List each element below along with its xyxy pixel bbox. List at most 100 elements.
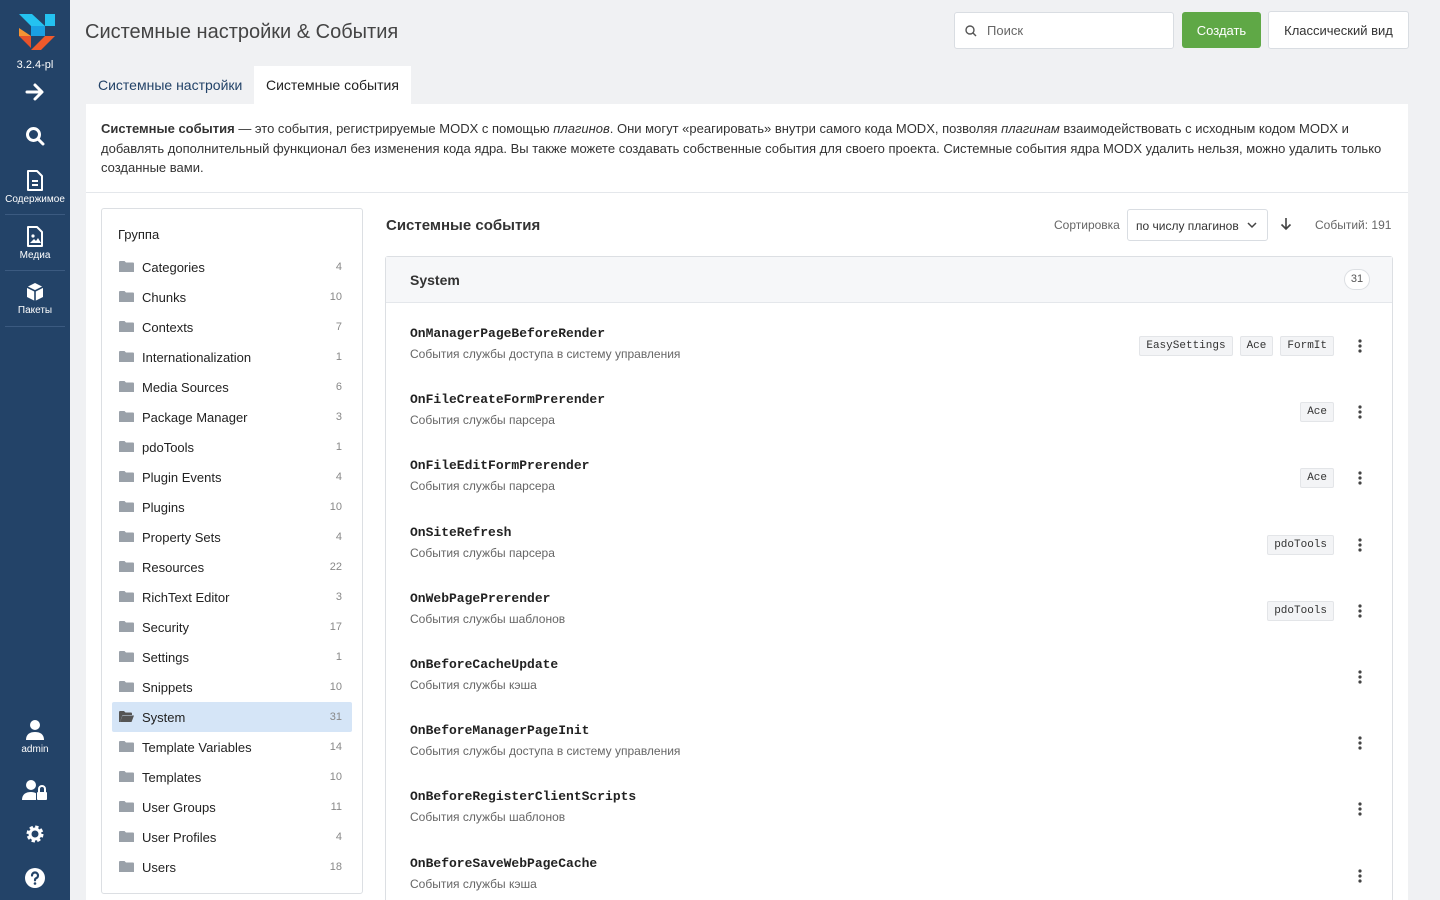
group-item[interactable]: Template Variables 14 — [112, 732, 352, 762]
sort-select[interactable]: по числу плагинов — [1127, 209, 1268, 241]
intro-em: плагинов — [553, 121, 610, 136]
event-name: OnFileEditFormPrerender — [410, 458, 590, 474]
group-item-count: 6 — [335, 381, 342, 393]
group-item[interactable]: RichText Editor 3 — [112, 582, 352, 612]
search-box[interactable] — [954, 12, 1174, 49]
folder-icon — [119, 771, 134, 782]
group-item-label: Package Manager — [142, 410, 248, 425]
intro-bold: Системные события — [101, 121, 235, 136]
plugin-tag[interactable]: pdoTools — [1267, 534, 1334, 555]
group-item-label: Users — [142, 860, 176, 875]
create-button[interactable]: Создать — [1182, 12, 1261, 48]
rail-content-button[interactable]: Содержимое — [0, 170, 70, 205]
more-vertical-icon[interactable] — [1358, 471, 1362, 485]
plugin-tag[interactable]: Ace — [1300, 468, 1334, 489]
group-item[interactable]: Internationalization 1 — [112, 342, 352, 372]
tab-system-settings[interactable]: Системные настройки — [86, 66, 254, 104]
classic-view-button[interactable]: Классический вид — [1268, 11, 1409, 49]
event-description: События службы кэша — [410, 678, 537, 692]
group-item-count: 1 — [335, 351, 342, 363]
rail-media-button[interactable]: Медиа — [0, 226, 70, 261]
more-vertical-icon[interactable] — [1358, 736, 1362, 750]
group-item[interactable]: Chunks 10 — [112, 282, 352, 312]
search-input[interactable] — [987, 13, 1167, 48]
folder-icon — [119, 561, 134, 572]
event-row[interactable]: OnFileEditFormPrerender События службы па… — [386, 444, 1392, 510]
group-item-count: 31 — [329, 711, 342, 723]
group-item-label: Plugin Events — [142, 470, 222, 485]
group-item-label: RichText Editor — [142, 590, 230, 605]
group-item[interactable]: Plugin Events 4 — [112, 462, 352, 492]
plugin-tag[interactable]: FormIt — [1280, 336, 1334, 356]
plugin-tag[interactable]: Ace — [1239, 336, 1274, 356]
more-vertical-icon[interactable] — [1358, 670, 1362, 684]
event-name: OnBeforeRegisterClientScripts — [410, 789, 637, 805]
more-vertical-icon[interactable] — [1358, 339, 1362, 353]
group-item-count: 3 — [335, 591, 342, 603]
more-vertical-icon[interactable] — [1358, 537, 1362, 552]
group-item[interactable]: Snippets 10 — [112, 672, 352, 702]
group-item-count: 4 — [335, 831, 342, 843]
plugin-tag[interactable]: Ace — [1300, 402, 1334, 423]
tab-system-events[interactable]: Системные события — [254, 66, 411, 104]
group-item-count: 17 — [329, 621, 342, 633]
group-item[interactable]: Security 17 — [112, 612, 352, 642]
plugin-tag[interactable]: EasySettings — [1139, 336, 1233, 356]
folder-icon — [119, 471, 134, 482]
group-item[interactable]: System 31 — [112, 702, 352, 732]
rail-user-button[interactable]: admin — [0, 719, 70, 755]
rail-toggle-button[interactable] — [0, 82, 70, 102]
folder-icon — [119, 261, 134, 272]
group-item-count: 7 — [335, 321, 342, 333]
group-item[interactable]: Property Sets 4 — [112, 522, 352, 552]
group-item[interactable]: Plugins 10 — [112, 492, 352, 522]
event-row[interactable]: OnBeforeRegisterClientScripts События слу… — [386, 775, 1392, 841]
more-vertical-icon[interactable] — [1358, 868, 1362, 883]
rail-access-button[interactable] — [0, 779, 70, 801]
group-item[interactable]: Categories 4 — [112, 252, 352, 282]
group-item[interactable]: Media Sources 6 — [112, 372, 352, 402]
events-panel: Системные события — это события, регистр… — [86, 104, 1408, 900]
group-item[interactable]: Resources 22 — [112, 552, 352, 582]
page-title: Системные настройки & События — [85, 21, 399, 43]
group-item[interactable]: User Profiles 4 — [112, 822, 352, 852]
group-item[interactable]: pdoTools 1 — [112, 432, 352, 462]
event-row[interactable]: OnFileCreateFormPrerender События службы … — [386, 378, 1392, 444]
events-title: Системные события — [386, 217, 541, 234]
version-label: 3.2.4-pl — [16, 59, 54, 71]
group-item[interactable]: Settings 1 — [112, 642, 352, 672]
event-row[interactable]: OnSiteRefresh События службы парсера pdoTo… — [386, 511, 1392, 577]
event-row[interactable]: OnBeforeManagerPageInit События службы до… — [386, 709, 1392, 775]
group-item[interactable]: Package Manager 3 — [112, 402, 352, 432]
folder-icon — [119, 381, 134, 392]
more-vertical-icon[interactable] — [1358, 604, 1362, 618]
group-item-label: Snippets — [142, 680, 193, 695]
event-name: OnBeforeManagerPageInit — [410, 723, 590, 739]
events-group-header[interactable]: System 31 — [386, 257, 1392, 303]
group-item[interactable]: Contexts 7 — [112, 312, 352, 342]
rail-help-button[interactable] — [0, 867, 70, 889]
more-vertical-icon[interactable] — [1358, 802, 1362, 816]
more-vertical-icon[interactable] — [1358, 405, 1362, 419]
modx-logo[interactable] — [17, 12, 55, 50]
group-item-count: 14 — [329, 741, 342, 753]
rail-search-button[interactable] — [0, 126, 70, 146]
event-description: События службы парсера — [410, 413, 555, 428]
event-description: События службы кэша — [410, 876, 537, 891]
event-row[interactable]: OnBeforeSaveWebPageCache События службы к… — [386, 842, 1392, 900]
event-row[interactable]: OnManagerPageBeforeRender События службы … — [386, 312, 1392, 378]
group-item[interactable]: Users 18 — [112, 852, 352, 882]
group-item[interactable]: Templates 10 — [112, 762, 352, 792]
group-item[interactable]: User Groups 11 — [112, 792, 352, 822]
group-item-label: Plugins — [142, 500, 185, 515]
group-item-label: Resources — [142, 560, 205, 575]
sort-direction-icon[interactable] — [1280, 217, 1292, 231]
help-icon — [25, 868, 45, 888]
rail-settings-button[interactable] — [0, 823, 70, 845]
event-row[interactable]: OnWebPagePrerender События службы шаблоно… — [386, 577, 1392, 643]
plugin-tag[interactable]: pdoTools — [1267, 600, 1334, 621]
rail-packages-button[interactable]: Пакеты — [0, 282, 70, 316]
group-item-count: 1 — [335, 651, 342, 663]
arrow-right-icon — [25, 83, 44, 101]
event-row[interactable]: OnBeforeCacheUpdate События службы кэша — [386, 643, 1392, 709]
